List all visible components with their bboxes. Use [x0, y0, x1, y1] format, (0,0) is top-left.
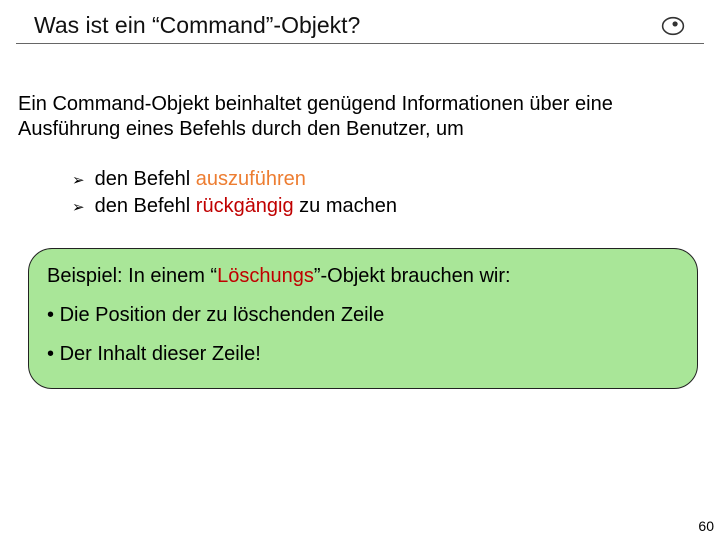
bullet-text: den Befehl auszuführen [95, 166, 306, 193]
chevron-right-icon: ➢ [72, 198, 85, 218]
chevron-right-icon: ➢ [72, 171, 85, 191]
example-callout: Beispiel: In einem “Löschungs”-Objekt br… [28, 248, 698, 389]
example-item: • Die Position der zu löschenden Zeile [47, 304, 679, 327]
page-number: 60 [698, 518, 714, 534]
bullet-item: ➢ den Befehl rückgängig zu machen [72, 193, 720, 220]
example-item: • Der Inhalt dieser Zeile! [47, 343, 679, 366]
bullet-list: ➢ den Befehl auszuführen ➢ den Befehl rü… [0, 142, 720, 220]
bullet-item: ➢ den Befehl auszuführen [72, 166, 720, 193]
intro-paragraph: Ein Command-Objekt beinhaltet genügend I… [0, 44, 720, 142]
bullet-text: den Befehl rückgängig zu machen [95, 193, 397, 220]
slide-header: Was ist ein “Command”-Objekt? [16, 0, 704, 44]
example-heading: Beispiel: In einem “Löschungs”-Objekt br… [47, 265, 679, 288]
slide-title: Was ist ein “Command”-Objekt? [34, 12, 360, 39]
logo-icon [660, 13, 686, 39]
